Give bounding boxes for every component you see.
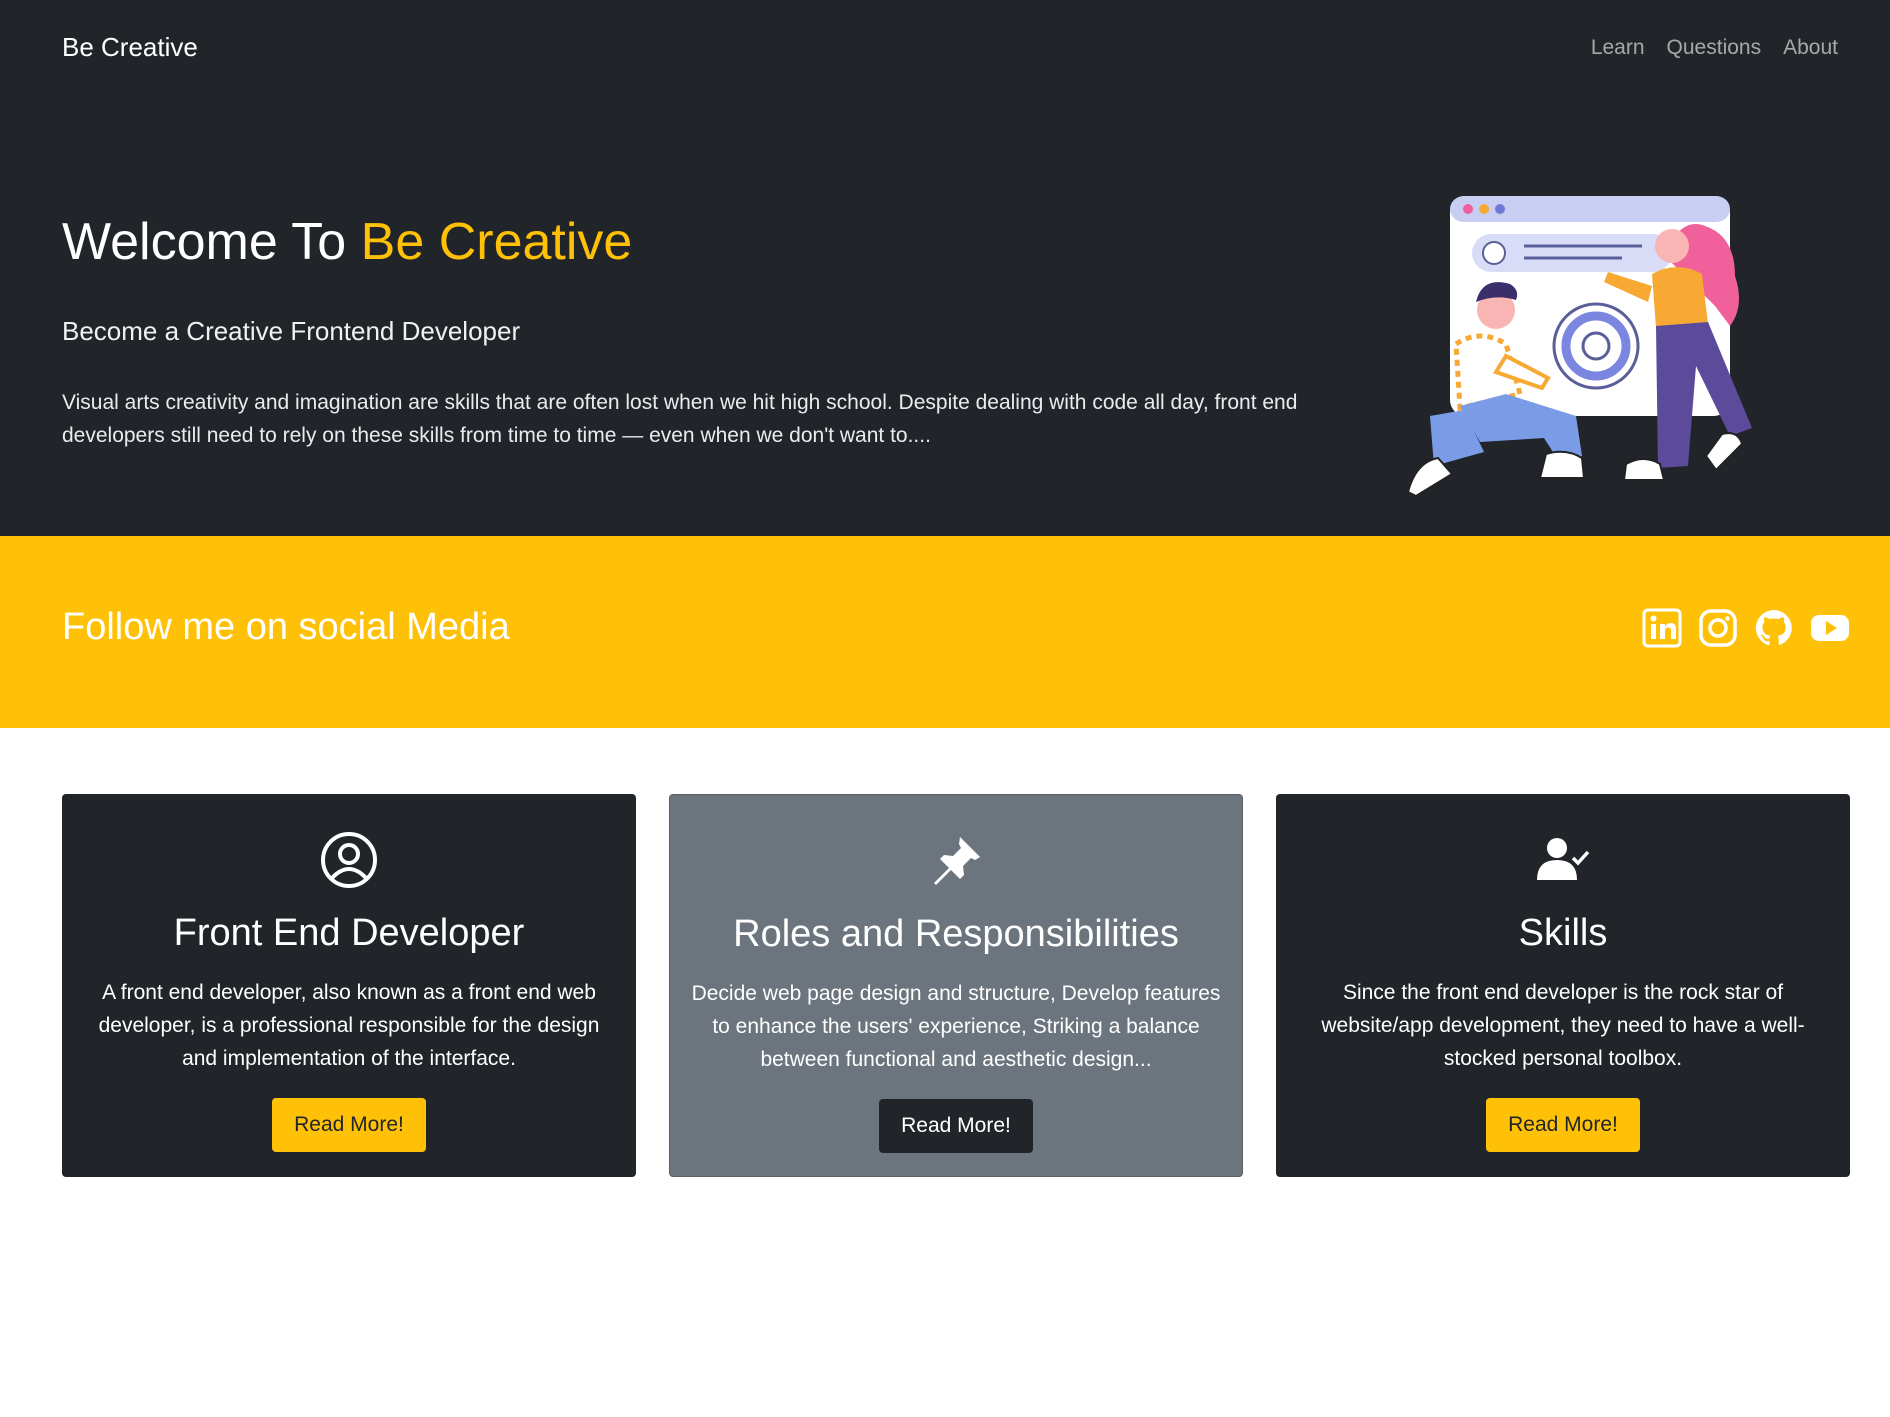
hero-title-prefix: Welcome To [62,213,361,271]
card-front-end-developer: Front End Developer A front end develope… [62,794,636,1177]
nav-links: Learn Questions About [1591,36,1838,60]
card-text: Since the front end developer is the roc… [1321,981,1805,1070]
social-icons [1642,608,1850,648]
cards-section: Front End Developer A front end develope… [62,794,1852,1178]
nav-link-questions[interactable]: Questions [1667,36,1762,60]
pin-icon [934,837,980,885]
card-title: Roles and Responsibilities [733,913,1179,955]
github-icon[interactable] [1754,608,1794,648]
social-media-band: Follow me on social Media [0,536,1890,728]
user-check-icon [1537,838,1590,880]
linkedin-icon[interactable] [1642,608,1682,648]
card-text: Decide web page design and structure, De… [691,982,1221,1071]
hero-title-accent: Be Creative [360,213,633,271]
instagram-icon[interactable] [1698,608,1738,648]
read-more-button[interactable]: Read More! [272,1098,426,1152]
nav-link-about[interactable]: About [1783,36,1838,60]
navbar: Be Creative Learn Questions About [0,0,1890,100]
developers-illustration [1406,196,1752,496]
brand-logo[interactable]: Be Creative [62,32,198,63]
user-circle-icon [321,832,377,888]
hero-description: Visual arts creativity and imagination a… [62,391,1298,447]
card-text: A front end developer, also known as a f… [98,981,600,1070]
card-title: Front End Developer [173,912,525,954]
card-skills: Skills Since the front end developer is … [1276,794,1850,1177]
nav-link-learn[interactable]: Learn [1591,36,1645,60]
card-roles-and-responsibilities: Roles and Responsibilities Decide web pa… [669,794,1243,1177]
youtube-icon[interactable] [1810,608,1850,648]
card-title: Skills [1518,912,1608,954]
hero-section: Welcome To Be Creative Become a Creative… [0,100,1890,536]
hero-title: Welcome To Be Creative [62,212,632,272]
read-more-button[interactable]: Read More! [1486,1098,1640,1152]
read-more-button[interactable]: Read More! [879,1099,1033,1153]
social-title: Follow me on social Media [62,606,510,648]
hero-subtitle: Become a Creative Frontend Developer [62,316,521,346]
